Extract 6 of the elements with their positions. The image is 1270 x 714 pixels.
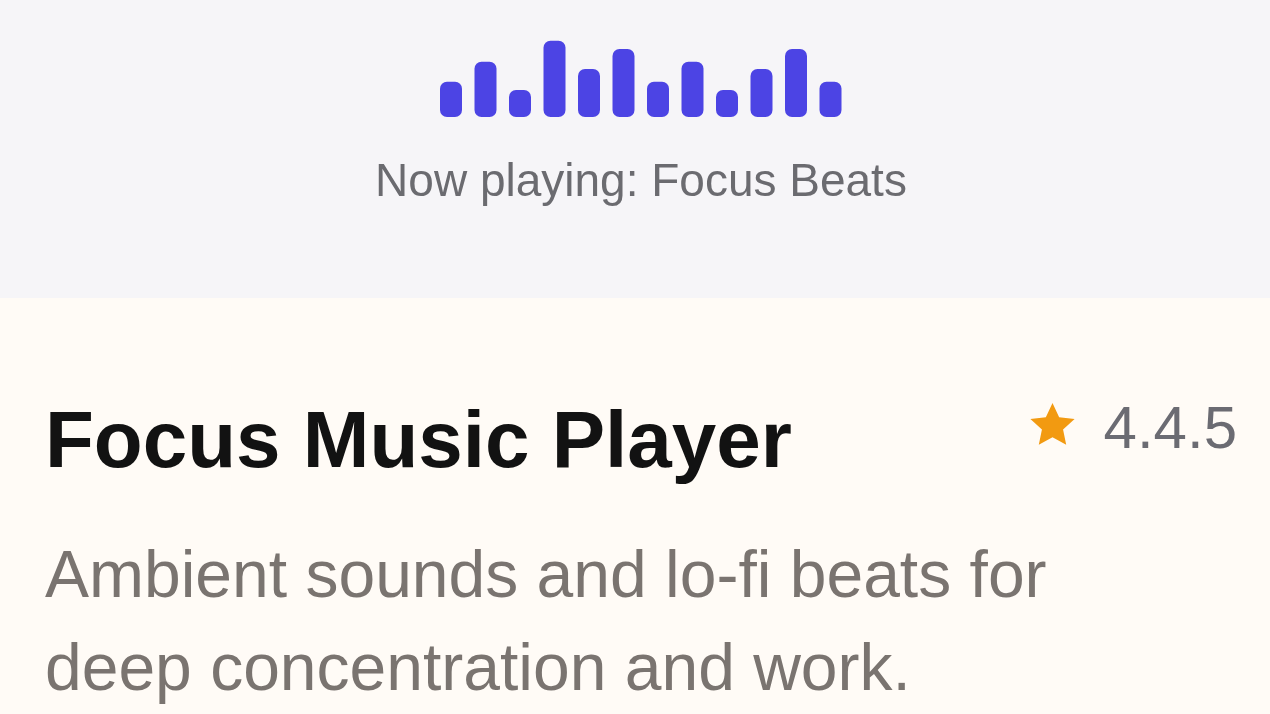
now-playing-text: Now playing: Focus Beats [375,153,907,208]
equalizer-icon [440,40,842,117]
star-icon [1028,401,1076,447]
app-description: Ambient sounds and lo-fi beats for deep concentration and work. [45,536,1048,706]
app-title: Focus Music Player [45,394,792,486]
rating-value: 4.4.5 [1103,393,1237,463]
